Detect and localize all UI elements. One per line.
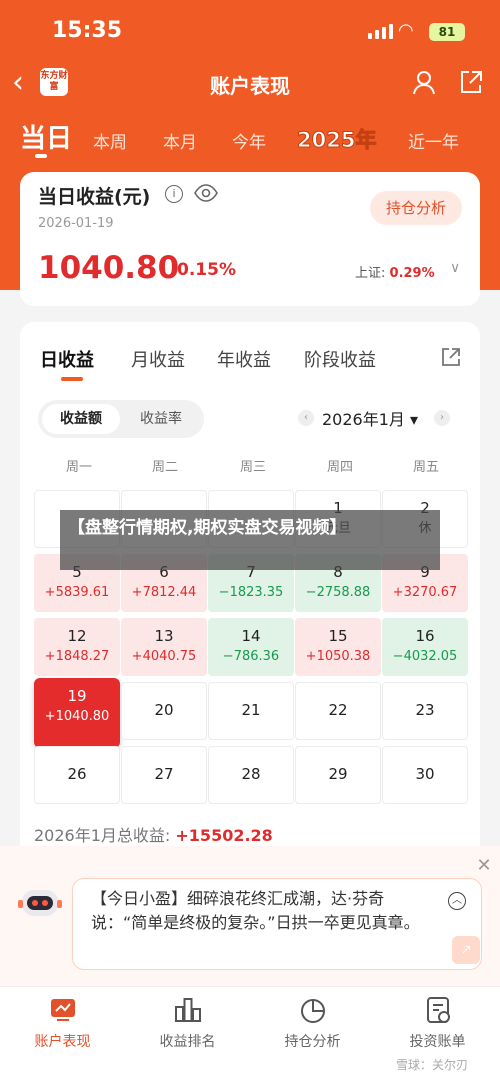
calendar-day-number: 26 [67, 765, 87, 783]
calendar-day[interactable]: 23 [382, 682, 468, 740]
daily-profit-amount: 1040.80 [38, 250, 180, 286]
tab-today[interactable]: 当日 [20, 118, 72, 155]
calendar-day-value: +1848.27 [44, 649, 110, 664]
bottom-nav-account[interactable]: 账户表现 [0, 995, 125, 1051]
calendar-day[interactable]: 26 [34, 746, 120, 804]
calendar-day-number: 23 [415, 701, 435, 719]
calendar-day-value: −4032.05 [392, 649, 458, 664]
profit-date: 2026-01-19 [38, 216, 114, 231]
chevron-up-icon[interactable]: ︿ [448, 892, 466, 910]
battery-icon: 81 [429, 23, 465, 41]
tip-prefix: 【今日小盈】 [91, 889, 188, 908]
tab-week[interactable]: 本周 [93, 128, 127, 153]
calendar-day-value: −2758.88 [305, 585, 371, 600]
calendar-day[interactable]: 30 [382, 746, 468, 804]
calendar-day[interactable]: 13 +4040.75 [121, 618, 207, 676]
calendar-day-value: +1050.38 [305, 649, 371, 664]
bottom-nav-label: 账户表现 [34, 1034, 91, 1050]
calendar-day-number: 19 [67, 687, 87, 705]
calendar-day-value: −1823.35 [218, 585, 284, 600]
calendar-day-number: 29 [328, 765, 348, 783]
tab-month[interactable]: 本月 [163, 128, 197, 153]
bottom-nav-label: 投资账单 [409, 1034, 466, 1050]
calendar-day[interactable]: 29 [295, 746, 381, 804]
signal-icon [368, 24, 393, 39]
info-icon[interactable]: i [165, 185, 183, 203]
calendar-day[interactable]: 16 −4032.05 [382, 618, 468, 676]
user-icon[interactable] [411, 68, 439, 96]
calendar-day[interactable]: 12 +1848.27 [34, 618, 120, 676]
calendar-day-value: +4040.75 [131, 649, 197, 664]
tab-year[interactable]: 今年 [232, 128, 266, 153]
calendar-day-value: +7812.44 [131, 585, 197, 600]
calendar-day-number: 20 [154, 701, 174, 719]
calendar-day-number: 22 [328, 701, 348, 719]
calendar-day-number: 13 [154, 627, 174, 645]
pie-icon [300, 999, 325, 1023]
calendar-day[interactable]: 22 [295, 682, 381, 740]
period-tabs: 当日 本周 本月 今年 2025年 近一年 [0, 112, 500, 172]
status-bar: 15:35 ◠ 81 [0, 0, 500, 62]
robot-icon [18, 890, 62, 916]
bill-icon [426, 997, 450, 1023]
calendar-grid: 1元旦2休5+5839.616+7812.447−1823.358−2758.8… [20, 322, 480, 862]
close-icon[interactable]: ✕ [474, 856, 494, 876]
daily-profit-card: 当日收益(元) i 2026-01-19 持仓分析 1040.80 0.15% … [20, 172, 480, 306]
daily-tip-panel: ✕ 【今日小盈】细碎浪花终汇成潮，达·芬奇说：“简单是终极的复杂。”日拱一卒更见… [0, 846, 500, 986]
month-total-value: +15502.28 [175, 826, 273, 845]
calendar-card: 日收益 月收益 年收益 阶段收益 收益额 收益率 ‹ 2026年1月 ▾ › 周… [20, 322, 480, 862]
daily-profit-pct: 0.15% [177, 260, 236, 280]
share-icon[interactable] [457, 68, 485, 96]
tab-2025[interactable]: 2025年 [296, 124, 376, 154]
calendar-day[interactable]: 20 [121, 682, 207, 740]
nav-bar: ‹ 东方财富 账户表现 [0, 62, 500, 108]
ranking-icon [174, 998, 201, 1022]
tip-text: 【今日小盈】细碎浪花终汇成潮，达·芬奇说：“简单是终极的复杂。”日拱一卒更见真章… [72, 878, 482, 970]
tab-underline [35, 154, 47, 158]
calendar-day-today[interactable]: 19 +1040.80 [34, 678, 120, 748]
calendar-day-number: 30 [415, 765, 435, 783]
bottom-nav-label: 持仓分析 [284, 1034, 341, 1050]
calendar-day-value: +3270.67 [392, 585, 458, 600]
calendar-day[interactable]: 21 [208, 682, 294, 740]
calendar-day-value: +5839.61 [44, 585, 110, 600]
calendar-day-number: 14 [241, 627, 261, 645]
tab-last-year[interactable]: 近一年 [408, 128, 459, 153]
calendar-day-number: 15 [328, 627, 348, 645]
index-compare[interactable]: 上证: 0.29% [355, 262, 435, 281]
bottom-nav-holdings[interactable]: 持仓分析 [250, 995, 375, 1051]
bottom-nav-bill[interactable]: 投资账单 [375, 995, 500, 1051]
bottom-nav-ranking[interactable]: 收益排名 [125, 995, 250, 1051]
month-total: 2026年1月总收益: +15502.28 [34, 822, 273, 846]
calendar-day-number: 27 [154, 765, 174, 783]
holding-analysis-button[interactable]: 持仓分析 [370, 191, 462, 225]
calendar-day-number: 16 [415, 627, 435, 645]
calendar-day-value: +1040.80 [44, 709, 110, 724]
calendar-day[interactable]: 14 −786.36 [208, 618, 294, 676]
calendar-day-number: 12 [67, 627, 87, 645]
calendar-day-number: 21 [241, 701, 261, 719]
eye-icon[interactable] [193, 182, 219, 204]
share-icon[interactable]: ↗ [452, 936, 480, 964]
chevron-down-icon[interactable]: ∨ [450, 260, 460, 276]
index-label: 上证: [355, 266, 386, 281]
bottom-nav-label: 收益排名 [159, 1034, 216, 1050]
index-value: 0.29% [389, 266, 435, 281]
calendar-day[interactable]: 15 +1050.38 [295, 618, 381, 676]
status-time: 15:35 [52, 18, 123, 43]
watermark: 雪球：关尔刃 [396, 1058, 469, 1072]
account-chart-icon [50, 999, 75, 1021]
calendar-day[interactable]: 28 [208, 746, 294, 804]
calendar-day[interactable]: 27 [121, 746, 207, 804]
calendar-day-value: −786.36 [222, 649, 280, 664]
daily-profit-title: 当日收益(元) [38, 186, 151, 208]
wifi-icon: ◠ [398, 20, 414, 41]
overlay-banner[interactable]: 【盘整行情期权,期权实盘交易视频】 [60, 510, 440, 570]
month-total-label: 2026年1月总收益: [34, 826, 171, 845]
calendar-day-number: 28 [241, 765, 261, 783]
